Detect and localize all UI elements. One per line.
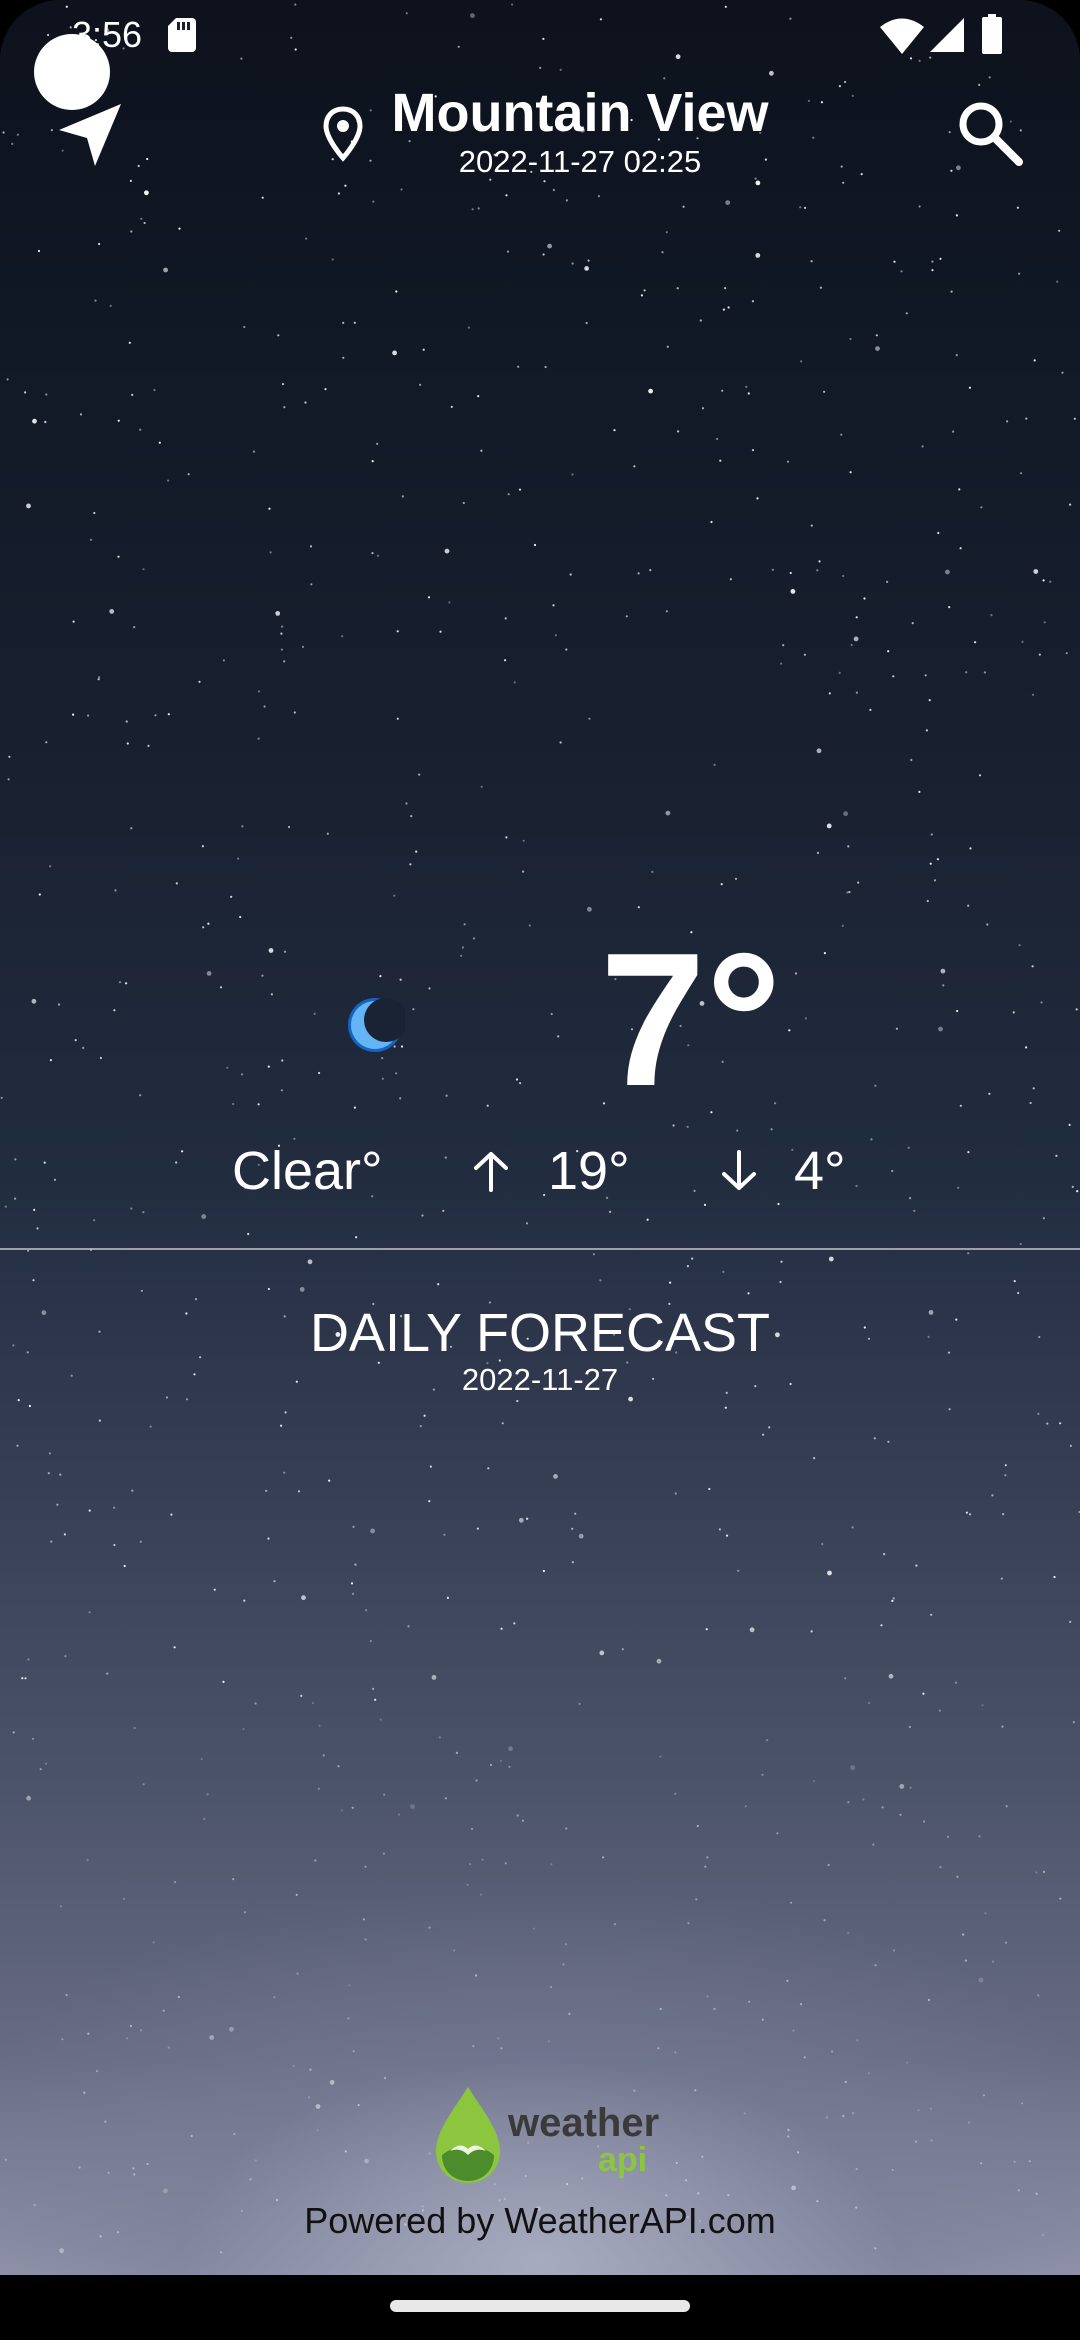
local-datetime: 2022-11-27 02:25	[458, 144, 702, 179]
signal-icon	[930, 18, 964, 52]
wifi-icon	[880, 18, 924, 54]
camera-cutout	[34, 34, 110, 110]
logo-word-api: api	[598, 2141, 648, 2179]
water-drop-icon	[436, 2087, 500, 2183]
search-icon[interactable]	[955, 98, 1025, 168]
condition-text: Clear°	[232, 1141, 383, 1201]
arrow-down-icon	[722, 1150, 756, 1190]
moon-icon	[348, 998, 405, 1052]
battery-icon	[982, 14, 1002, 54]
location-pin-icon	[323, 106, 363, 162]
logo-word-weather: weather	[508, 2101, 660, 2145]
navigation-arrow-icon[interactable]	[55, 100, 125, 170]
current-temperature: 7°	[600, 914, 782, 1126]
starry-sky-background	[0, 3, 1080, 2254]
high-temperature: 19°	[548, 1141, 630, 1201]
status-bar: 3:56	[0, 0, 1080, 70]
weatherapi-logo[interactable]: weather api	[430, 2085, 660, 2185]
section-divider	[0, 1248, 1080, 1250]
sd-card-icon	[168, 18, 196, 52]
city-title: Mountain View	[391, 83, 769, 143]
app-screen: 3:56 Mountain View 2022-11-27 02:25 7° C…	[0, 0, 1080, 2340]
arrow-up-icon	[474, 1152, 508, 1192]
forecast-date: 2022-11-27	[461, 1362, 619, 1397]
low-temperature: 4°	[794, 1141, 846, 1201]
powered-by-text[interactable]: Powered by WeatherAPI.com	[0, 2200, 1080, 2242]
forecast-title: DAILY FORECAST	[309, 1303, 771, 1363]
home-gesture-handle[interactable]	[390, 2300, 690, 2312]
